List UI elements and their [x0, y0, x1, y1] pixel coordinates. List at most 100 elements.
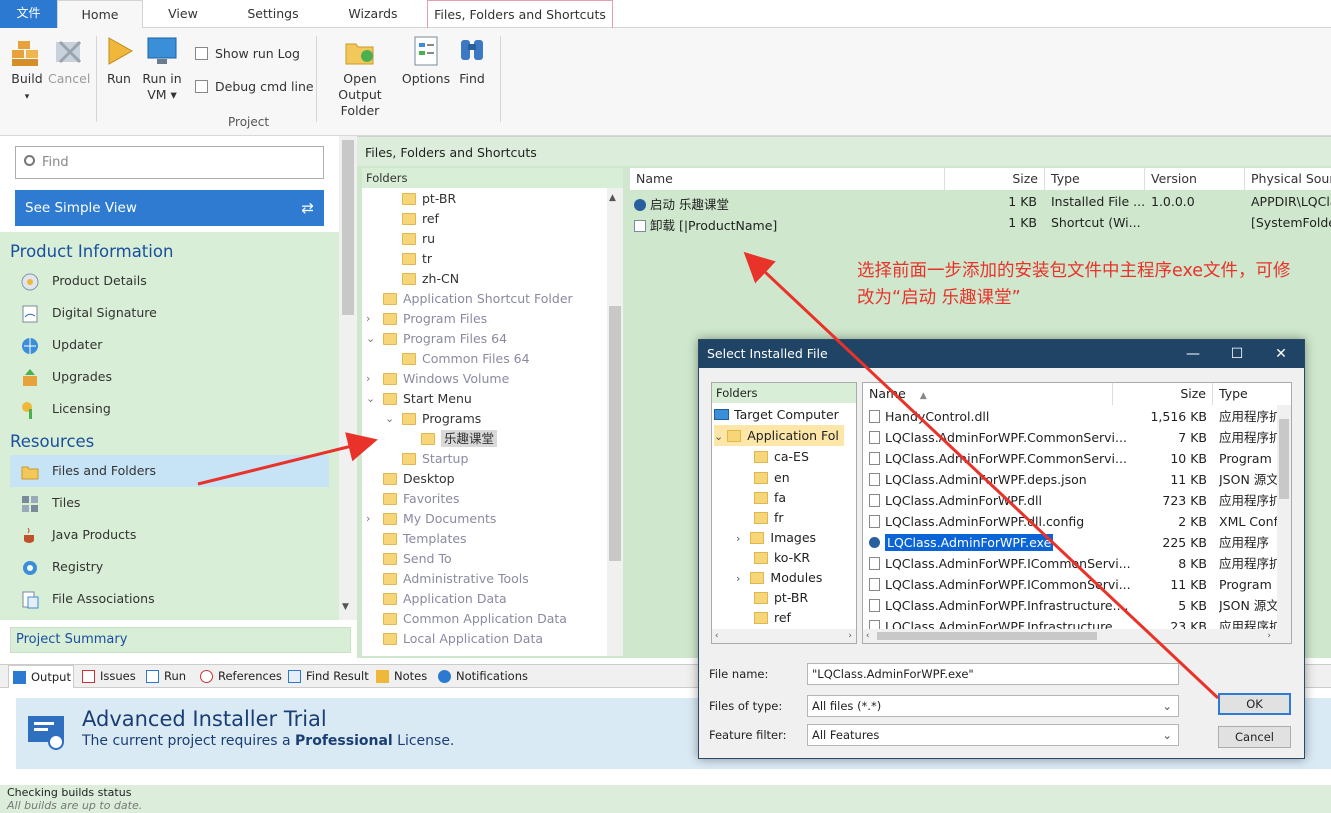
tree-item[interactable]: pt-BR	[754, 587, 808, 608]
column-header-name[interactable]: Name ▲	[863, 383, 1113, 405]
tree-item[interactable]: › My Documents	[366, 509, 496, 529]
tree-item[interactable]: › Windows Volume	[366, 369, 509, 389]
nav-files-and-folders[interactable]: Files and Folders	[10, 455, 329, 487]
nav-tiles[interactable]: Tiles	[10, 487, 329, 519]
tree-item[interactable]: ca-ES	[754, 446, 809, 467]
tab-file[interactable]: 文件	[0, 0, 57, 28]
table-row[interactable]: 启动 乐趣课堂 1 KB Installed File ... 1.0.0.0 …	[634, 194, 1331, 213]
tree-item[interactable]: Startup	[402, 449, 468, 469]
expand-icon[interactable]: ›	[736, 572, 740, 585]
table-row[interactable]: LQClass.AdminForWPF.Infrastructure.... 5 …	[869, 595, 1279, 616]
table-row[interactable]: LQClass.AdminForWPF.Infrastructure.... 23…	[869, 616, 1279, 630]
table-row[interactable]: LQClass.AdminForWPF.ICommonServi... 8 KB 应…	[869, 553, 1281, 574]
tree-item[interactable]: Application Data	[383, 589, 507, 609]
nav-upgrades[interactable]: Upgrades	[10, 361, 329, 393]
table-row[interactable]: LQClass.AdminForWPF.dll.config 2 KB XML Co…	[869, 511, 1279, 532]
tab-files-folders-shortcuts[interactable]: Files, Folders and Shortcuts	[427, 0, 613, 28]
tree-item[interactable]: Application Shortcut Folder	[383, 289, 573, 309]
collapse-icon[interactable]: ⌄	[385, 409, 394, 429]
open-output-folder-button[interactable]: Open Output Folder	[320, 34, 400, 119]
tree-item[interactable]: Administrative Tools	[383, 569, 529, 589]
maximize-icon[interactable]: ☐	[1215, 340, 1259, 368]
collapse-icon[interactable]: ⌄	[366, 329, 375, 349]
find-button[interactable]: Find	[452, 34, 492, 87]
expand-icon[interactable]: ›	[736, 532, 740, 545]
feature-filter-select[interactable]: All Features ⌄	[807, 724, 1179, 746]
tree-item[interactable]: tr	[402, 249, 432, 269]
nav-java-products[interactable]: Java Products	[10, 519, 329, 551]
tree-item[interactable]: Templates	[383, 529, 467, 549]
show-run-log-checkbox[interactable]: Show run Log	[195, 47, 300, 61]
left-panel-scrollbar[interactable]: ▼	[339, 136, 357, 620]
table-row[interactable]: LQClass.AdminForWPF.ICommonServi... 11 KB…	[869, 574, 1279, 595]
tree-item[interactable]: ⌄ Program Files 64	[366, 329, 507, 349]
tree-item[interactable]: Local Application Data	[383, 629, 543, 649]
tree-item[interactable]: Desktop	[383, 469, 455, 489]
tab-wizards[interactable]: Wizards	[323, 0, 423, 28]
expand-icon[interactable]: ›	[366, 509, 370, 529]
tree-item[interactable]: Common Files 64	[402, 349, 530, 369]
table-row[interactable]: HandyControl.dll 1,516 KB 应用程序扩	[869, 406, 1281, 427]
table-row[interactable]: LQClass.AdminForWPF.dll 723 KB 应用程序扩	[869, 490, 1281, 511]
tree-item[interactable]: zh-CN	[402, 269, 459, 289]
expand-icon[interactable]: ›	[366, 309, 370, 329]
table-row[interactable]: LQClass.AdminForWPF.CommonServi... 7 KB 应用…	[869, 427, 1281, 448]
column-header-name[interactable]: Name	[630, 168, 945, 190]
expand-icon[interactable]: ›	[366, 369, 370, 389]
tab-find-result[interactable]: Find Result	[284, 665, 370, 688]
tree-item[interactable]: Favorites	[383, 489, 459, 509]
see-simple-view-button[interactable]: See Simple View ⇄	[15, 190, 324, 226]
build-button[interactable]: Build ▾	[8, 34, 46, 105]
folder-tree-scrollbar[interactable]: ▲	[607, 188, 623, 656]
tree-item[interactable]: ref	[402, 209, 439, 229]
tab-notes[interactable]: Notes	[372, 665, 428, 688]
scroll-down-icon[interactable]: ▼	[342, 602, 349, 612]
tree-item-selected[interactable]: ⌄ Application Fol	[714, 425, 844, 446]
project-summary[interactable]: Project Summary	[10, 627, 351, 653]
close-icon[interactable]: ✕	[1259, 340, 1303, 368]
file-name-input[interactable]: "LQClass.AdminForWPF.exe"	[807, 663, 1179, 685]
column-header-size[interactable]: Size	[945, 168, 1045, 190]
tree-item[interactable]: fa	[754, 487, 786, 508]
tab-run[interactable]: Run	[142, 665, 194, 688]
scroll-thumb[interactable]	[1279, 419, 1289, 499]
column-header-version[interactable]: Version	[1145, 168, 1245, 190]
scroll-thumb[interactable]	[609, 306, 621, 561]
cancel-build-button[interactable]: Cancel	[48, 34, 90, 87]
tab-issues[interactable]: Issues	[78, 665, 140, 688]
minimize-icon[interactable]: —	[1171, 340, 1215, 368]
tab-notifications[interactable]: Notifications	[434, 665, 528, 688]
options-button[interactable]: Options	[401, 34, 451, 87]
column-header-type[interactable]: Type	[1213, 383, 1277, 405]
tree-item[interactable]: › Program Files	[366, 309, 487, 329]
tree-item[interactable]: ko-KR	[754, 547, 810, 568]
run-in-vm-button[interactable]: Run in VM ▾	[140, 34, 184, 103]
nav-registry[interactable]: Registry	[10, 551, 329, 583]
table-row[interactable]: 卸载 [|ProductName] 1 KB Shortcut (Wi... […	[634, 215, 1331, 234]
collapse-icon[interactable]: ⌄	[714, 430, 723, 443]
column-header-size[interactable]: Size	[1113, 383, 1213, 405]
tab-settings[interactable]: Settings	[223, 0, 323, 28]
table-row[interactable]: LQClass.AdminForWPF.CommonServi... 10 KB P…	[869, 448, 1279, 469]
column-header-source[interactable]: Physical Sourc	[1245, 168, 1331, 190]
nav-file-associations[interactable]: File Associations	[10, 583, 329, 615]
tree-item[interactable]: Send To	[383, 549, 452, 569]
scroll-thumb[interactable]	[342, 140, 354, 315]
tab-references[interactable]: References	[196, 665, 282, 688]
table-row-selected[interactable]: LQClass.AdminForWPF.exe 225 KB 应用程序	[869, 532, 1279, 553]
nav-product-details[interactable]: Product Details	[10, 265, 329, 297]
tree-item[interactable]: ⌄ Start Menu	[366, 389, 472, 409]
tree-item-selected[interactable]: 乐趣课堂	[421, 429, 498, 449]
debug-cmd-line-checkbox[interactable]: Debug cmd line	[195, 80, 314, 94]
nav-digital-signature[interactable]: Digital Signature	[10, 297, 329, 329]
tree-item[interactable]: pt-BR	[402, 189, 456, 209]
files-of-type-select[interactable]: All files (*.*) ⌄	[807, 695, 1179, 717]
ok-button[interactable]: OK	[1218, 693, 1291, 715]
tree-item[interactable]: ref	[754, 607, 791, 628]
tree-item[interactable]: › Images	[736, 527, 816, 548]
table-row[interactable]: LQClass.AdminForWPF.deps.json 11 KB JSON 源…	[869, 469, 1279, 490]
tree-item[interactable]: en	[754, 467, 790, 488]
find-input[interactable]: Find	[15, 146, 324, 179]
tree-item[interactable]: ⌄ Programs	[385, 409, 481, 429]
run-button[interactable]: Run	[101, 34, 137, 87]
